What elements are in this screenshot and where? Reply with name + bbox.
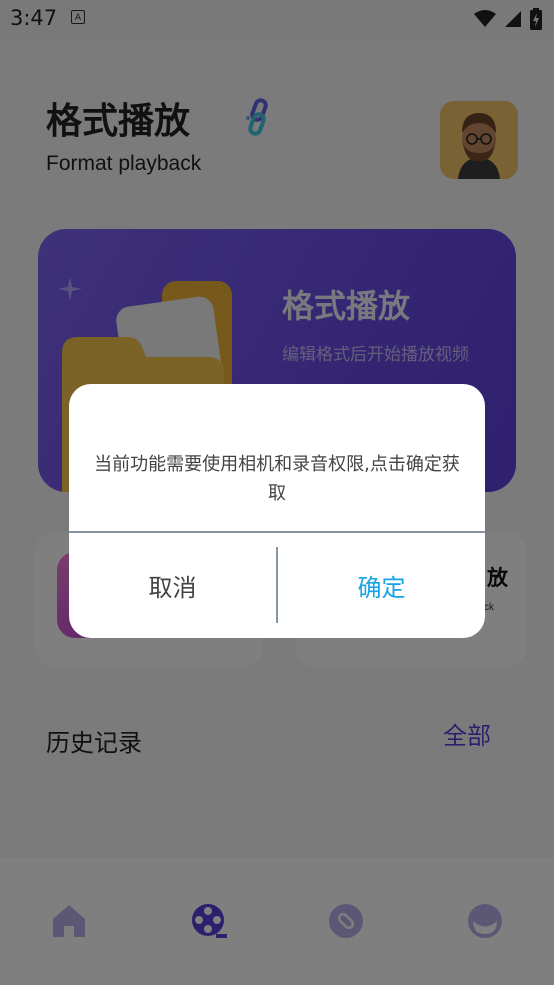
dialog-message: 当前功能需要使用相机和录音权限,点击确定获取: [94, 454, 460, 504]
confirm-button[interactable]: 确定: [278, 533, 485, 638]
cancel-button[interactable]: 取消: [69, 533, 276, 638]
permission-dialog: 当前功能需要使用相机和录音权限,点击确定获取 取消 确定: [69, 384, 485, 638]
